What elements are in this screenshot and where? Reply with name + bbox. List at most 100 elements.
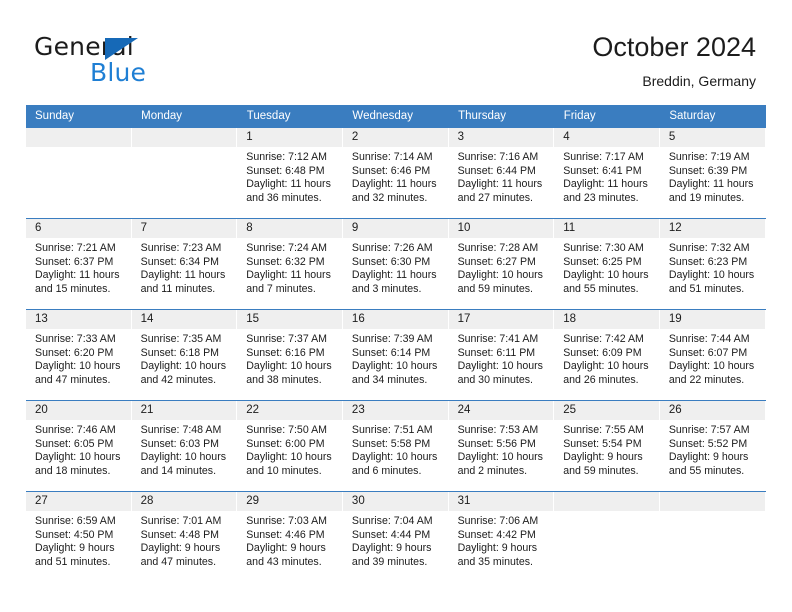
detail-sunset: Sunset: 4:46 PM <box>246 528 325 541</box>
day-details: Sunrise: 7:37 AM Sunset: 6:16 PM Daylight:… <box>237 329 343 387</box>
day-cell[interactable]: 8 Sunrise: 7:24 AM Sunset: 6:32 PM Daylight… <box>237 218 343 310</box>
detail-sunrise: Sunrise: 7:55 AM <box>563 424 644 436</box>
day-number: 28 <box>131 492 238 511</box>
day-cell-empty <box>26 127 132 219</box>
day-cell[interactable]: 16 Sunrise: 7:39 AM Sunset: 6:14 PM Dayligh… <box>342 309 449 401</box>
detail-sunset: Sunset: 6:46 PM <box>351 164 431 177</box>
day-cell[interactable]: 4 Sunrise: 7:17 AM Sunset: 6:41 PM Daylight… <box>554 127 660 219</box>
day-cell[interactable]: 3 Sunrise: 7:16 AM Sunset: 6:44 PM Daylight… <box>448 127 555 219</box>
day-cell[interactable]: 29 Sunrise: 7:03 AM Sunset: 4:46 PM Dayligh… <box>237 491 343 582</box>
day-number: 31 <box>448 492 555 511</box>
detail-sunrise: Sunrise: 7:19 AM <box>668 151 750 163</box>
detail-daylight1: Daylight: 9 hours <box>246 542 326 555</box>
detail-daylight1: Daylight: 10 hours <box>668 269 755 282</box>
day-number: 29 <box>237 492 343 511</box>
detail-sunrise: Sunrise: 7:16 AM <box>457 151 539 163</box>
day-cell[interactable]: 19 Sunrise: 7:44 AM Sunset: 6:07 PM Dayligh… <box>659 309 766 401</box>
detail-sunset: Sunset: 6:00 PM <box>246 437 325 450</box>
day-cell[interactable]: 23 Sunrise: 7:51 AM Sunset: 5:58 PM Dayligh… <box>342 400 449 492</box>
detail-sunset: Sunset: 6:44 PM <box>457 164 536 177</box>
day-cell[interactable]: 13 Sunrise: 7:33 AM Sunset: 6:20 PM Dayligh… <box>26 309 132 401</box>
day-cell-inner: 27 Sunrise: 6:59 AM Sunset: 4:50 PM Dayligh… <box>26 492 132 582</box>
day-number: 22 <box>237 401 343 420</box>
day-details: Sunrise: 7:04 AM Sunset: 4:44 PM Daylight:… <box>343 511 449 569</box>
day-cell[interactable]: 7 Sunrise: 7:23 AM Sunset: 6:34 PM Daylight… <box>131 218 238 310</box>
detail-daylight2: and 27 minutes. <box>457 191 533 204</box>
day-cell[interactable]: 17 Sunrise: 7:41 AM Sunset: 6:11 PM Dayligh… <box>448 309 555 401</box>
day-cell[interactable]: 22 Sunrise: 7:50 AM Sunset: 6:00 PM Dayligh… <box>237 400 343 492</box>
day-cell[interactable]: 25 Sunrise: 7:55 AM Sunset: 5:54 PM Dayligh… <box>554 400 660 492</box>
detail-daylight1: Daylight: 10 hours <box>563 269 649 282</box>
detail-daylight2: and 47 minutes. <box>35 373 111 386</box>
day-cell[interactable]: 11 Sunrise: 7:30 AM Sunset: 6:25 PM Dayligh… <box>554 218 660 310</box>
day-number: 6 <box>26 219 132 238</box>
day-cell-inner: 16 Sunrise: 7:39 AM Sunset: 6:14 PM Dayligh… <box>342 310 449 400</box>
detail-sunrise: Sunrise: 7:04 AM <box>351 515 433 527</box>
detail-sunrise: Sunrise: 7:26 AM <box>351 242 433 254</box>
day-cell[interactable]: 10 Sunrise: 7:28 AM Sunset: 6:27 PM Dayligh… <box>448 218 555 310</box>
day-cell[interactable]: 31 Sunrise: 7:06 AM Sunset: 4:42 PM Dayligh… <box>448 491 555 582</box>
detail-sunrise: Sunrise: 7:21 AM <box>35 242 116 254</box>
day-details: Sunrise: 7:50 AM Sunset: 6:00 PM Daylight:… <box>237 420 343 478</box>
detail-daylight1: Daylight: 9 hours <box>457 542 538 555</box>
day-cell-inner: 17 Sunrise: 7:41 AM Sunset: 6:11 PM Dayligh… <box>448 310 555 400</box>
day-cell[interactable]: 20 Sunrise: 7:46 AM Sunset: 6:05 PM Dayligh… <box>26 400 132 492</box>
detail-daylight1: Daylight: 10 hours <box>563 360 649 373</box>
detail-sunrise: Sunrise: 7:24 AM <box>246 242 327 254</box>
day-cell[interactable]: 30 Sunrise: 7:04 AM Sunset: 4:44 PM Dayligh… <box>342 491 449 582</box>
detail-daylight2: and 47 minutes. <box>140 555 217 568</box>
detail-sunrise: Sunrise: 7:01 AM <box>140 515 222 527</box>
detail-daylight2: and 51 minutes. <box>35 555 111 568</box>
day-cell[interactable]: 26 Sunrise: 7:57 AM Sunset: 5:52 PM Dayligh… <box>659 400 766 492</box>
day-cell[interactable]: 28 Sunrise: 7:01 AM Sunset: 4:48 PM Dayligh… <box>131 491 238 582</box>
day-cell-inner: 13 Sunrise: 7:33 AM Sunset: 6:20 PM Dayligh… <box>26 310 132 400</box>
detail-daylight2: and 7 minutes. <box>246 282 316 295</box>
day-cell[interactable]: 6 Sunrise: 7:21 AM Sunset: 6:37 PM Daylight… <box>26 218 132 310</box>
detail-daylight2: and 32 minutes. <box>351 191 428 204</box>
detail-sunrise: Sunrise: 7:03 AM <box>246 515 327 527</box>
day-number: 25 <box>554 401 660 420</box>
detail-daylight1: Daylight: 10 hours <box>351 451 438 464</box>
day-cell-inner <box>554 492 660 582</box>
detail-daylight2: and 34 minutes. <box>351 373 428 386</box>
day-details: Sunrise: 7:21 AM Sunset: 6:37 PM Daylight:… <box>26 238 132 296</box>
day-cell[interactable]: 14 Sunrise: 7:35 AM Sunset: 6:18 PM Dayligh… <box>131 309 238 401</box>
detail-daylight1: Daylight: 9 hours <box>140 542 221 555</box>
weekday-header-tuesday: Tuesday <box>237 105 344 128</box>
day-cell[interactable]: 27 Sunrise: 6:59 AM Sunset: 4:50 PM Dayligh… <box>26 491 132 582</box>
general-blue-logo[interactable]: General Blue <box>34 33 214 89</box>
weekday-header-saturday: Saturday <box>659 105 766 128</box>
day-cell[interactable]: 21 Sunrise: 7:48 AM Sunset: 6:03 PM Dayligh… <box>131 400 238 492</box>
day-cell[interactable]: 24 Sunrise: 7:53 AM Sunset: 5:56 PM Dayligh… <box>448 400 555 492</box>
day-number: 7 <box>131 219 238 238</box>
detail-daylight2: and 19 minutes. <box>668 191 745 204</box>
detail-sunrise: Sunrise: 7:12 AM <box>246 151 327 163</box>
detail-sunrise: Sunrise: 7:39 AM <box>351 333 433 345</box>
logo-text-blue: Blue <box>90 58 147 87</box>
day-number <box>554 492 660 511</box>
day-details: Sunrise: 7:39 AM Sunset: 6:14 PM Daylight:… <box>343 329 449 387</box>
day-cell[interactable]: 15 Sunrise: 7:37 AM Sunset: 6:16 PM Dayligh… <box>237 309 343 401</box>
day-number: 10 <box>448 219 555 238</box>
calendar-page: General Blue October 2024 Breddin, Germa… <box>0 0 792 612</box>
day-cell[interactable]: 12 Sunrise: 7:32 AM Sunset: 6:23 PM Dayligh… <box>659 218 766 310</box>
day-cell-inner: 5 Sunrise: 7:19 AM Sunset: 6:39 PM Daylight… <box>659 128 766 218</box>
day-cell-inner <box>26 128 132 218</box>
day-details: Sunrise: 7:51 AM Sunset: 5:58 PM Daylight:… <box>343 420 449 478</box>
detail-sunrise: Sunrise: 7:35 AM <box>140 333 222 345</box>
detail-daylight1: Daylight: 9 hours <box>668 451 749 464</box>
day-cell[interactable]: 5 Sunrise: 7:19 AM Sunset: 6:39 PM Daylight… <box>659 127 766 219</box>
detail-sunset: Sunset: 5:52 PM <box>668 437 748 450</box>
detail-sunrise: Sunrise: 7:14 AM <box>351 151 433 163</box>
detail-daylight2: and 38 minutes. <box>246 373 322 386</box>
day-cell[interactable]: 2 Sunrise: 7:14 AM Sunset: 6:46 PM Daylight… <box>342 127 449 219</box>
day-number: 9 <box>342 219 449 238</box>
detail-sunset: Sunset: 6:14 PM <box>351 346 431 359</box>
day-details: Sunrise: 7:48 AM Sunset: 6:03 PM Daylight:… <box>132 420 238 478</box>
detail-daylight1: Daylight: 11 hours <box>35 269 120 282</box>
day-cell[interactable]: 1 Sunrise: 7:12 AM Sunset: 6:48 PM Daylight… <box>237 127 343 219</box>
day-cell[interactable]: 18 Sunrise: 7:42 AM Sunset: 6:09 PM Dayligh… <box>554 309 660 401</box>
detail-daylight2: and 14 minutes. <box>140 464 217 477</box>
detail-sunset: Sunset: 5:58 PM <box>351 437 431 450</box>
day-cell[interactable]: 9 Sunrise: 7:26 AM Sunset: 6:30 PM Daylight… <box>342 218 449 310</box>
